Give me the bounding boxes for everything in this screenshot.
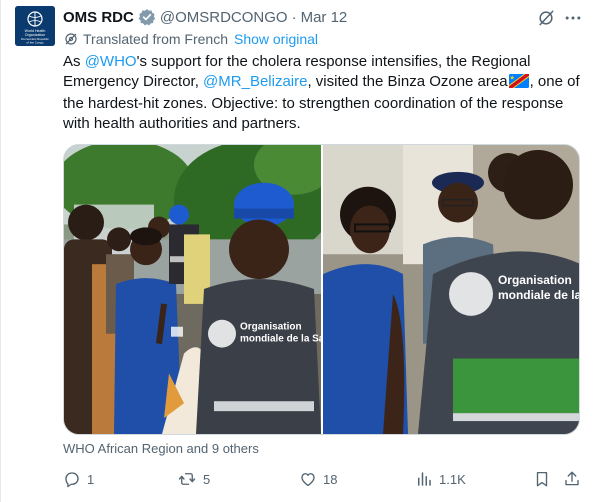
thread-divider (0, 0, 1, 502)
tweet-header: OMS RDC @OMSRDCONGO · Mar 12 (63, 7, 347, 27)
reply-icon (65, 472, 79, 488)
grok-icon (539, 10, 554, 26)
share-icon (565, 471, 579, 486)
like-icon (301, 473, 315, 487)
separator-dot: · (291, 8, 297, 26)
photo-left[interactable]: Organisation mondiale de la Santé (64, 145, 321, 434)
who-logo-icon: World Health Organization Democratic Rep… (15, 6, 55, 46)
media-gallery[interactable]: Organisation mondiale de la Santé Or (63, 144, 580, 435)
bookmark-icon (536, 471, 548, 487)
tweet-date[interactable]: Mar 12 (301, 9, 348, 26)
show-original-link[interactable]: Show original (234, 31, 318, 47)
repost-button[interactable]: 5 (177, 468, 210, 490)
author-name[interactable]: OMS RDC (63, 9, 134, 26)
tweet-text-part: , visited the Binza Ozone area (307, 73, 508, 90)
repost-icon (178, 473, 196, 485)
author-handle[interactable]: @OMSRDCONGO (160, 9, 288, 26)
tweet-text-part: As (63, 53, 85, 70)
verified-icon (138, 8, 156, 26)
mention-who[interactable]: @WHO (85, 53, 137, 70)
like-count: 18 (323, 471, 338, 487)
drc-flag-icon (508, 74, 529, 94)
views-icon (418, 472, 431, 486)
photo-right-image: Organisation mondiale de la (323, 145, 580, 434)
like-button[interactable]: 18 (299, 468, 337, 490)
bookmark-button[interactable] (533, 468, 557, 490)
avatar-line-4: of the Congo (26, 41, 44, 45)
more-button[interactable] (563, 8, 583, 28)
translation-notice: Translated from French Show original (63, 31, 318, 47)
views-button[interactable]: 1.1K (415, 468, 466, 490)
mention-mr-belizaire[interactable]: @MR_Belizaire (203, 73, 307, 90)
photo-right[interactable]: Organisation mondiale de la (323, 145, 580, 434)
photo-left-image: Organisation mondiale de la Santé (64, 145, 321, 434)
more-icon (565, 16, 581, 20)
reply-button[interactable]: 1 (63, 468, 94, 490)
avatar[interactable]: World Health Organization Democratic Rep… (15, 6, 55, 46)
translation-label: Translated from French (83, 31, 228, 47)
action-bar: 1 5 18 1.1K (63, 468, 583, 490)
grok-button[interactable] (536, 8, 556, 28)
vest-text-right-1: Organisation (498, 273, 572, 287)
vest-text-left-1: Organisation (240, 322, 302, 333)
translate-gear-icon (63, 31, 79, 47)
tagged-users[interactable]: WHO African Region and 9 others (63, 441, 259, 456)
vest-text-right-2: mondiale de la (498, 288, 580, 302)
tweet-text: As @WHO's support for the cholera respon… (63, 52, 583, 134)
repost-count: 5 (203, 471, 211, 487)
views-count: 1.1K (439, 471, 466, 487)
vest-text-left-2: mondiale de la Santé (240, 334, 321, 345)
reply-count: 1 (87, 471, 95, 487)
share-button[interactable] (563, 468, 587, 490)
